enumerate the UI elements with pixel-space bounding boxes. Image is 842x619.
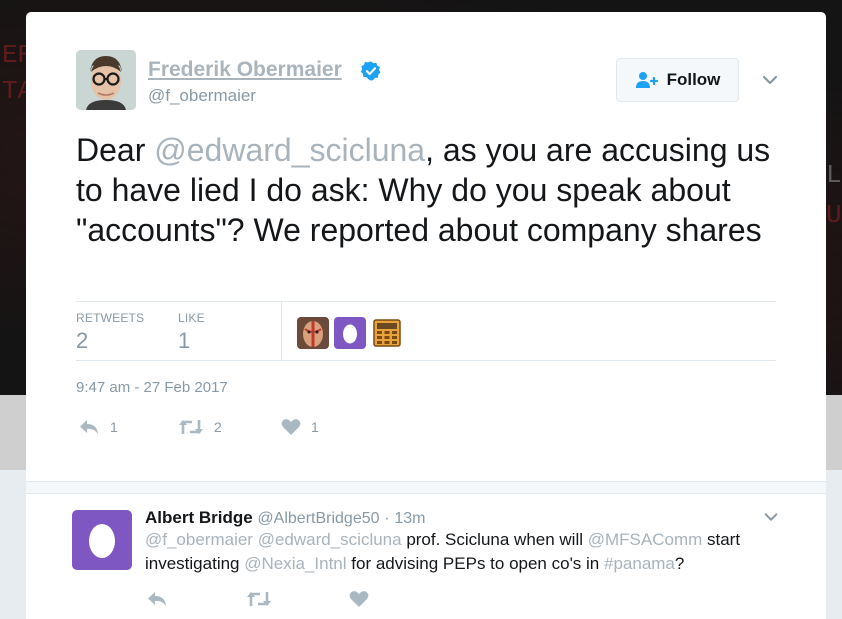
reply-button[interactable]: 1 <box>78 418 118 436</box>
chevron-down-icon[interactable] <box>760 70 780 90</box>
likes-label[interactable]: LIKE <box>178 311 205 325</box>
follow-label: Follow <box>666 70 721 89</box>
egg-icon <box>89 524 115 558</box>
like-count: 1 <box>311 419 319 435</box>
background-text: U <box>826 200 842 230</box>
likers-list <box>297 317 403 349</box>
stats-divider <box>281 302 282 361</box>
retweet-icon[interactable] <box>246 590 272 608</box>
like-button[interactable]: 1 <box>281 418 319 436</box>
reply-icon <box>80 420 98 434</box>
verified-icon <box>360 61 381 81</box>
reply-header: Albert Bridge @AlbertBridge50 · 13m <box>145 508 425 528</box>
tweet-stats: RETWEETS 2 LIKE 1 <box>76 301 776 361</box>
reply-author-handle[interactable]: @AlbertBridge50 <box>257 510 379 527</box>
retweet-icon <box>179 420 203 434</box>
retweet-button[interactable]: 2 <box>178 418 222 436</box>
liker-avatar[interactable] <box>334 317 366 349</box>
reply-count: 1 <box>110 419 118 435</box>
mention-link[interactable]: @MFSAComm <box>588 530 703 549</box>
author-handle[interactable]: @f_obermaier <box>148 86 256 106</box>
retweet-count: 2 <box>214 419 222 435</box>
tweet-modal: Frederik Obermaier @f_obermaier Follow D… <box>26 12 826 619</box>
reply-author-avatar[interactable] <box>72 510 132 570</box>
reply-time[interactable]: 13m <box>394 510 425 527</box>
retweets-label[interactable]: RETWEETS <box>76 311 144 325</box>
reply-text-part: prof. Scicluna when will <box>401 530 588 549</box>
tweet-text: Dear @edward_scicluna, as you are accusi… <box>76 130 796 250</box>
reply-icon[interactable] <box>146 590 168 608</box>
replies-separator <box>26 481 826 494</box>
reply-author-name[interactable]: Albert Bridge <box>145 508 253 527</box>
egg-icon <box>334 317 366 349</box>
liker-avatar[interactable] <box>297 317 329 349</box>
background-text: L <box>826 160 842 190</box>
author-name[interactable]: Frederik Obermaier <box>148 58 342 82</box>
liker-avatar[interactable] <box>371 317 403 349</box>
follow-user-icon <box>635 72 658 88</box>
mention-link[interactable]: @f_obermaier <box>145 530 253 549</box>
tweet-timestamp[interactable]: 9:47 am - 27 Feb 2017 <box>76 379 228 396</box>
heart-icon <box>281 419 301 435</box>
heart-icon[interactable] <box>349 590 369 608</box>
reply-text-part: for advising PEPs to open co's in <box>346 554 604 573</box>
mention-link[interactable]: @edward_scicluna <box>154 132 425 168</box>
retweets-count[interactable]: 2 <box>76 328 88 354</box>
reply-dot: · <box>384 510 390 527</box>
tweet-text-part: Dear <box>76 132 155 168</box>
reply-text-part: ? <box>674 554 685 573</box>
author-avatar[interactable] <box>76 50 136 110</box>
mention-link[interactable]: @Nexia_Intnl <box>244 554 346 573</box>
chevron-down-icon[interactable] <box>762 508 780 526</box>
follow-button[interactable]: Follow <box>616 58 739 102</box>
hashtag-link[interactable]: #panama <box>604 554 675 573</box>
mention-link[interactable]: @edward_scicluna <box>258 530 402 549</box>
reply-text: @f_obermaier @edward_scicluna prof. Scic… <box>145 528 785 576</box>
likes-count[interactable]: 1 <box>178 328 190 354</box>
